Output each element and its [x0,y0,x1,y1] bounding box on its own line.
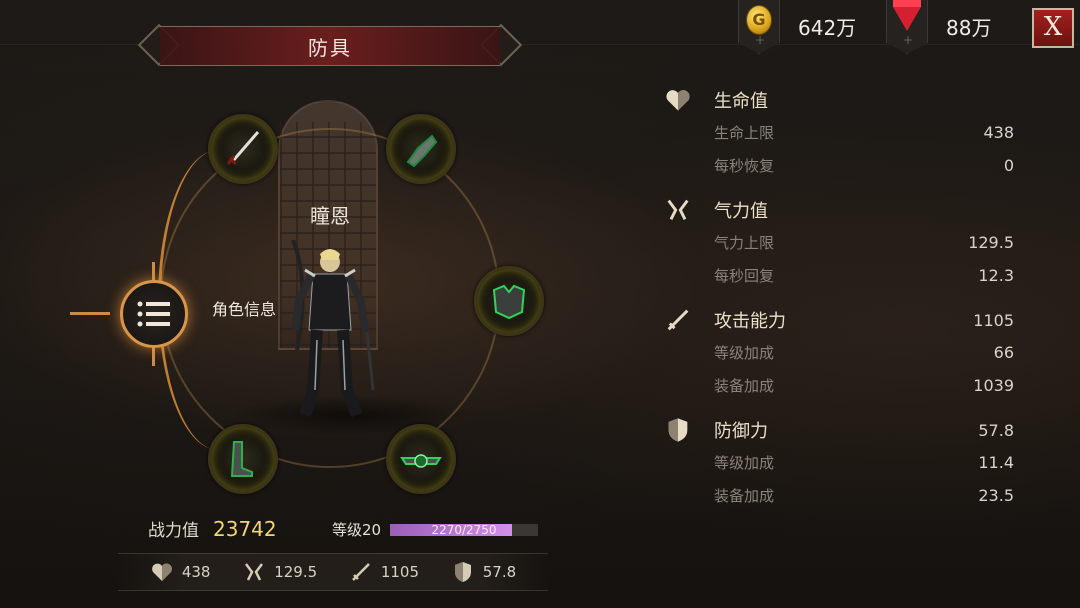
summary-defense: 57.8 [451,560,516,584]
stat-title: 防御力 [714,421,768,442]
belt-icon [400,454,442,468]
character-model [291,240,375,418]
character-name: 瞳恩 [310,204,350,228]
stat-header: 气力值 [664,194,1014,226]
stat-value: 1105 [973,310,1014,330]
plus-icon: + [903,33,914,47]
stat-group-attack: 攻击能力 1105 等级加成 66 装备加成 1039 [664,304,1014,402]
heart-icon [151,563,172,581]
stat-title: 攻击能力 [714,311,786,332]
stat-row: 等级加成 11.4 [664,446,1014,479]
stat-row-label: 生命上限 [714,124,775,142]
equipment-slot-gloves[interactable] [386,114,456,184]
stamina-icon [245,563,264,581]
stat-row: 等级加成 66 [664,336,1014,369]
stat-row: 气力上限 129.5 [664,226,1014,259]
stat-row-label: 装备加成 [714,377,775,395]
shield-icon [668,418,688,442]
heart-icon [666,90,690,111]
combat-power-value: 23742 [213,516,277,541]
stat-group-health: 生命值 生命上限 438 每秒恢复 0 [664,84,1014,182]
stat-header: 防御力 57.8 [664,414,1014,446]
stat-row-value: 0 [1003,156,1014,175]
gem-add-button[interactable]: + [886,0,928,54]
stat-value: 57.8 [978,420,1014,440]
stamina-icon [667,199,689,220]
summary-stamina: 129.5 [242,560,317,584]
attribute-panel: 生命值 生命上限 438 每秒恢复 0 气力值 气力上限 129.5 每秒回复 12.3… [664,84,1014,524]
summary-stamina-value: 129.5 [274,563,318,581]
stat-row: 装备加成 23.5 [664,479,1014,512]
plus-icon: + [755,33,766,47]
stats-summary-bar: 438 129.5 1105 57.8 [118,553,548,591]
menu-list-icon [120,280,188,348]
gold-add-button[interactable]: G + [738,0,780,54]
gauntlet-icon [406,134,438,168]
summary-health: 438 [150,560,211,584]
level-label: 等级20 [332,521,382,539]
stat-row-value: 438 [983,123,1014,142]
hub-spike-left [70,312,110,315]
sword-icon [226,131,260,166]
stat-row-label: 等级加成 [714,344,775,362]
hub-spike-top [152,262,155,282]
summary-health-value: 438 [181,563,211,581]
gold-coin-icon: G [746,5,772,35]
stat-row-label: 每秒回复 [714,267,775,285]
summary-attack-value: 1105 [380,563,420,581]
equipment-slot-boots[interactable] [208,424,278,494]
stat-header: 攻击能力 1105 [664,304,1014,336]
hub-spike-bottom [152,346,155,366]
xp-progress-text: 2270/2750 [431,523,497,537]
gem-currency: + 88万 [886,0,992,54]
stat-row: 生命上限 438 [664,116,1014,149]
page-title: 防具 [308,35,352,60]
stat-row-value: 1039 [973,376,1014,395]
stat-row-value: 12.3 [978,266,1014,285]
boots-icon [230,441,253,477]
stat-group-stamina: 气力值 气力上限 129.5 每秒回复 12.3 [664,194,1014,292]
stat-row-value: 129.5 [968,233,1014,252]
sword-icon [351,563,370,581]
summary-attack: 1105 [349,560,419,584]
stat-row-value: 23.5 [978,486,1014,505]
shield-icon [454,562,471,582]
ruby-gem-icon [893,0,921,31]
close-button[interactable]: X [1032,8,1074,48]
stat-row: 装备加成 1039 [664,369,1014,402]
character-info-button[interactable] [70,262,204,366]
sword-icon [667,309,689,331]
stat-row-value: 66 [993,343,1014,362]
gem-amount: 88万 [946,15,992,40]
stat-title: 气力值 [714,201,768,222]
equipment-slot-armor[interactable] [474,266,544,336]
stat-row-label: 气力上限 [714,234,775,252]
equipment-slot-weapon[interactable] [208,114,278,184]
stat-row-value: 11.4 [978,453,1014,472]
equipment-slot-belt[interactable] [386,424,456,494]
stat-row: 每秒回复 12.3 [664,259,1014,292]
stat-row-label: 等级加成 [714,454,775,472]
stat-row-label: 装备加成 [714,487,775,505]
character-info-label: 角色信息 [212,300,277,319]
gold-currency: G + 642万 [738,0,857,54]
chest-armor-icon [492,284,526,320]
stat-header: 生命值 [664,84,1014,116]
gold-amount: 642万 [798,15,857,40]
stat-group-defense: 防御力 57.8 等级加成 11.4 装备加成 23.5 [664,414,1014,512]
title-banner: 防具 [160,26,500,66]
stat-row-label: 每秒恢复 [714,157,775,175]
combat-power-label: 战力值 [148,521,199,541]
summary-defense-value: 57.8 [482,563,517,581]
stat-row: 每秒恢复 0 [664,149,1014,182]
combat-power: 战力值 23742 [148,516,277,542]
stat-title: 生命值 [714,91,768,112]
